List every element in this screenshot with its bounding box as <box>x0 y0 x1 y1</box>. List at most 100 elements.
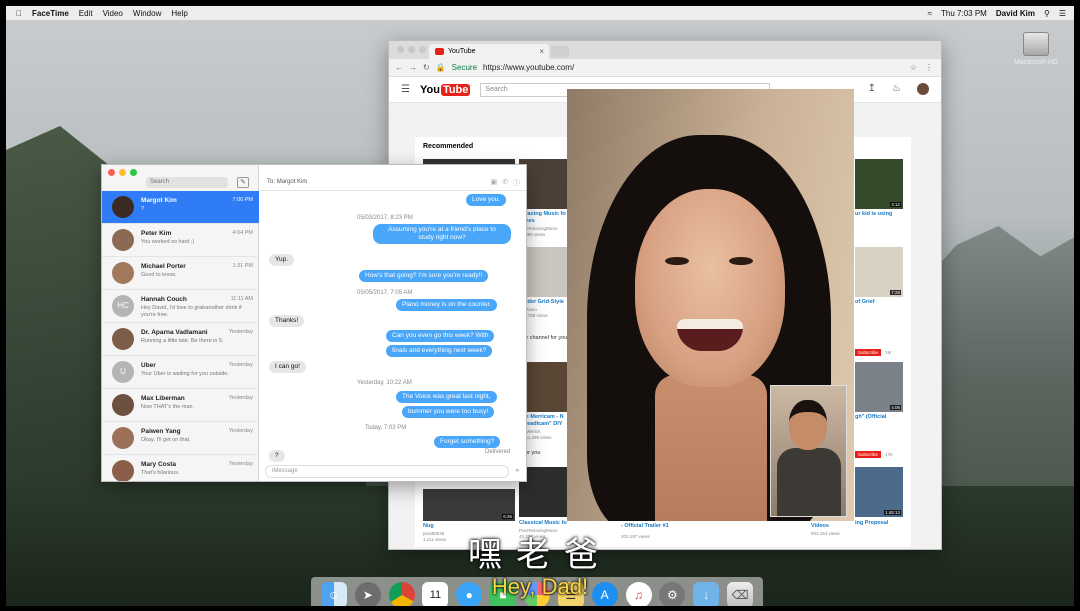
microphone-icon[interactable]: ⚬ <box>514 466 521 475</box>
address-bar: ← → ↻ 🔒 Secure https://www.youtube.com/ … <box>389 59 941 77</box>
video-title[interactable]: Classical Music fo <box>519 520 567 527</box>
new-tab-button[interactable] <box>551 46 569 57</box>
wifi-icon[interactable]: ≈ <box>928 9 932 18</box>
subtitle-english: Hey, Dad! <box>491 574 589 599</box>
minimize-button[interactable] <box>119 169 126 176</box>
conversation-preview: ? <box>141 206 145 212</box>
caller-neck <box>655 375 767 521</box>
macintosh-hd-drive[interactable]: Macintosh HD <box>1004 32 1068 66</box>
conversation-item[interactable]: HC Hannah Couch 11:11 AM Hey David, I'd … <box>102 290 259 323</box>
url-field[interactable]: https://www.youtube.com/ <box>483 63 574 72</box>
caller-left-eye <box>665 257 689 265</box>
section-title: Recommended <box>423 143 474 150</box>
minimize-button[interactable] <box>408 46 415 53</box>
notifications-bell-icon[interactable]: ♨ <box>892 83 901 95</box>
sent-message[interactable]: How's that going? I'm sure you're ready!… <box>359 270 489 282</box>
avatar <box>112 196 134 218</box>
video-thumbnail[interactable]: 3:12 <box>855 159 903 209</box>
reload-icon[interactable]: ↻ <box>423 63 430 72</box>
self-view-pip[interactable] <box>770 385 847 517</box>
subscribe-button[interactable]: Subscribe <box>855 451 882 458</box>
conversation-time: Yesterday <box>228 428 253 434</box>
received-message[interactable]: Thanks! <box>269 315 305 327</box>
video-thumbnail[interactable]: 6:36 <box>423 489 515 521</box>
conversation-item[interactable]: Paiwen Yang Yesterday Okay, I'll get on … <box>102 422 259 455</box>
received-message[interactable]: I can go! <box>269 361 306 373</box>
menu-video[interactable]: Video <box>103 9 123 18</box>
conversation-item[interactable]: Max Liberman Yesterday Now THAT's the ma… <box>102 389 259 422</box>
sent-message[interactable]: Love you. <box>466 194 507 206</box>
conversation-time: Yesterday <box>228 362 253 368</box>
sent-message[interactable]: The Voice was great last night, <box>396 391 497 403</box>
conversation-item[interactable]: Michael Porter 1:31 PM Good to know. <box>102 257 259 290</box>
compose-icon[interactable]: ✎ <box>237 177 249 188</box>
avatar <box>112 427 134 449</box>
video-title[interactable]: ing Proposal <box>855 520 888 527</box>
subscribe-button[interactable]: Subscribe <box>855 349 882 356</box>
account-avatar[interactable] <box>917 83 929 95</box>
chrome-menu-icon[interactable]: ⋮ <box>925 63 933 72</box>
video-duration: 4:06 <box>890 405 901 410</box>
secure-lock-icon: 🔒 <box>435 63 446 72</box>
menu-edit[interactable]: Edit <box>79 9 93 18</box>
sent-message[interactable]: Can you even go this week? With <box>386 330 495 342</box>
video-duration: 1:45:13 <box>883 510 901 515</box>
phone-call-icon[interactable]: ✆ <box>502 178 508 188</box>
video-title[interactable]: gh" (Official <box>855 414 886 421</box>
imessage-input[interactable]: iMessage <box>265 465 509 478</box>
hamburger-menu-icon[interactable]: ☰ <box>401 84 410 95</box>
close-button[interactable] <box>397 46 404 53</box>
video-title[interactable]: ur kid is using <box>855 211 892 218</box>
conversation-sidebar: Search ✎ Margot Kim 7:00 PM ? Peter Kim … <box>102 165 259 481</box>
menu-window[interactable]: Window <box>133 9 161 18</box>
video-title[interactable]: of Grief <box>855 299 875 306</box>
conversation-item[interactable]: Dr. Aparna Vadlamani Yesterday Running a… <box>102 323 259 356</box>
bookmark-star-icon[interactable]: ☆ <box>910 63 917 72</box>
close-button[interactable] <box>108 169 115 176</box>
forward-icon[interactable]: → <box>409 63 417 72</box>
received-message[interactable]: ? <box>269 450 285 462</box>
menu-clock[interactable]: Thu 7:03 PM <box>941 9 987 18</box>
conversation-time: 1:31 PM <box>232 263 253 269</box>
conversation-item[interactable]: U Uber Yesterday Your Uber is waiting fo… <box>102 356 259 389</box>
menu-help[interactable]: Help <box>171 9 187 18</box>
video-thumbnail[interactable]: 1:45:13 <box>855 467 903 517</box>
tab-youtube[interactable]: YouTube × <box>429 44 549 59</box>
back-icon[interactable]: ← <box>395 63 403 72</box>
sent-message[interactable]: Forget something? <box>434 436 501 448</box>
sent-message[interactable]: finals and everything next week? <box>386 345 493 357</box>
conversation-preview: Okay, I'll get on that. <box>141 437 191 443</box>
menu-app-name[interactable]: FaceTime <box>32 9 69 18</box>
youtube-logo[interactable]: You Tube <box>420 83 471 96</box>
spotlight-search-icon[interactable]: ⚲ <box>1044 9 1050 18</box>
sent-message[interactable]: Assuming you're at a friend's place to s… <box>373 224 511 244</box>
caller-face <box>635 189 785 387</box>
zoom-button[interactable] <box>419 46 426 53</box>
conversation-item[interactable]: Margot Kim 7:00 PM ? <box>102 191 259 224</box>
conversation-time: 7:00 PM <box>232 197 253 203</box>
messages-search-input[interactable]: Search <box>146 177 228 188</box>
close-tab-icon[interactable]: × <box>539 47 544 56</box>
facetime-video[interactable] <box>567 89 854 521</box>
video-call-icon[interactable]: ▣ <box>491 178 498 188</box>
info-icon[interactable]: ⓘ <box>513 178 520 188</box>
menu-user[interactable]: David Kim <box>996 9 1035 18</box>
contact-name: Peter Kim <box>141 230 172 237</box>
notification-center-icon[interactable]: ☰ <box>1059 9 1066 18</box>
video-thumbnail[interactable]: 7:28 <box>855 247 903 297</box>
timestamp: Today, 7:03 PM <box>365 425 407 431</box>
upload-icon[interactable]: ↥ <box>868 83 876 95</box>
conversation-item[interactable]: Peter Kim 4:04 PM You worked so hard ;) <box>102 224 259 257</box>
zoom-button[interactable] <box>130 169 137 176</box>
conversation-item[interactable]: Mary Costa Yesterday That's hilarious. <box>102 455 259 481</box>
video-thumbnail[interactable]: 4:06 <box>855 362 903 412</box>
sent-message[interactable]: bummer you were too busy! <box>402 406 495 418</box>
avatar <box>112 229 134 251</box>
avatar: U <box>112 361 134 383</box>
tab-title: YouTube <box>448 48 476 55</box>
video-duration: 6:36 <box>502 514 513 519</box>
apple-menu-icon[interactable]:  <box>16 9 22 18</box>
sent-message[interactable]: Piano money is on the counter. <box>396 299 498 311</box>
received-message[interactable]: Yup. <box>269 254 295 266</box>
recipient-name[interactable]: Margot Kim <box>277 179 308 185</box>
